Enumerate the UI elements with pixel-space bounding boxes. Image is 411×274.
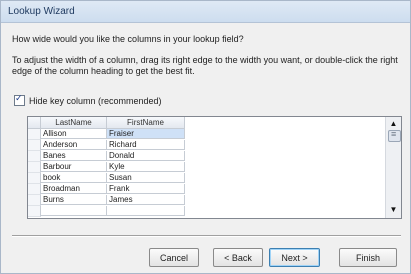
cell-lastname[interactable]: Barbour bbox=[41, 162, 107, 172]
cell-firstname[interactable]: Fraiser bbox=[107, 129, 185, 139]
select-all-corner[interactable] bbox=[28, 117, 41, 129]
cell-lastname[interactable]: book bbox=[41, 173, 107, 183]
vertical-scrollbar[interactable]: ▲ ▼ bbox=[385, 117, 401, 218]
cell-lastname[interactable]: Banes bbox=[41, 151, 107, 161]
title-bar: Lookup Wizard bbox=[1, 1, 410, 23]
column-header-lastname[interactable]: LastName bbox=[41, 117, 107, 129]
checkbox-checked-icon[interactable] bbox=[14, 93, 25, 106]
instructions-text: To adjust the width of a column, drag it… bbox=[12, 55, 398, 76]
hide-key-column-checkbox[interactable]: Hide key column (recommended) bbox=[14, 93, 162, 106]
column-header-firstname[interactable]: FirstName bbox=[107, 117, 185, 129]
row-selector[interactable] bbox=[28, 184, 41, 195]
cell-lastname[interactable]: Allison bbox=[41, 129, 107, 139]
cell-lastname[interactable]: Anderson bbox=[41, 140, 107, 150]
cancel-button[interactable]: Cancel bbox=[149, 248, 199, 267]
column-preview-grid[interactable]: LastName FirstName Allison Fraiser Ander… bbox=[27, 116, 402, 219]
row-selector[interactable] bbox=[28, 129, 41, 140]
window-title: Lookup Wizard bbox=[8, 6, 75, 17]
cell-firstname[interactable]: Susan bbox=[107, 173, 185, 183]
finish-button[interactable]: Finish bbox=[339, 248, 397, 267]
cell-firstname[interactable]: Richard bbox=[107, 140, 185, 150]
next-button[interactable]: Next > bbox=[269, 248, 320, 267]
cell-firstname[interactable]: Donald bbox=[107, 151, 185, 161]
cell-lastname-partial[interactable] bbox=[41, 206, 107, 216]
cell-lastname[interactable]: Broadman bbox=[41, 184, 107, 194]
divider bbox=[12, 235, 401, 237]
scroll-down-arrow-icon[interactable]: ▼ bbox=[387, 204, 400, 216]
back-button[interactable]: < Back bbox=[213, 248, 263, 267]
cell-firstname-partial[interactable] bbox=[107, 206, 185, 216]
cell-firstname[interactable]: Kyle bbox=[107, 162, 185, 172]
cell-firstname[interactable]: James bbox=[107, 195, 185, 205]
row-selector[interactable] bbox=[28, 195, 41, 206]
row-selector[interactable] bbox=[28, 151, 41, 162]
row-selector[interactable] bbox=[28, 140, 41, 151]
scrollbar-thumb[interactable] bbox=[388, 129, 401, 142]
hide-key-column-label: Hide key column (recommended) bbox=[29, 95, 162, 106]
row-selector[interactable] bbox=[28, 206, 41, 217]
row-selector[interactable] bbox=[28, 162, 41, 173]
cell-lastname[interactable]: Burns bbox=[41, 195, 107, 205]
row-selector[interactable] bbox=[28, 173, 41, 184]
cell-firstname[interactable]: Frank bbox=[107, 184, 185, 194]
question-text: How wide would you like the columns in y… bbox=[12, 34, 244, 44]
lookup-wizard-window: Lookup Wizard How wide would you like th… bbox=[0, 0, 411, 274]
